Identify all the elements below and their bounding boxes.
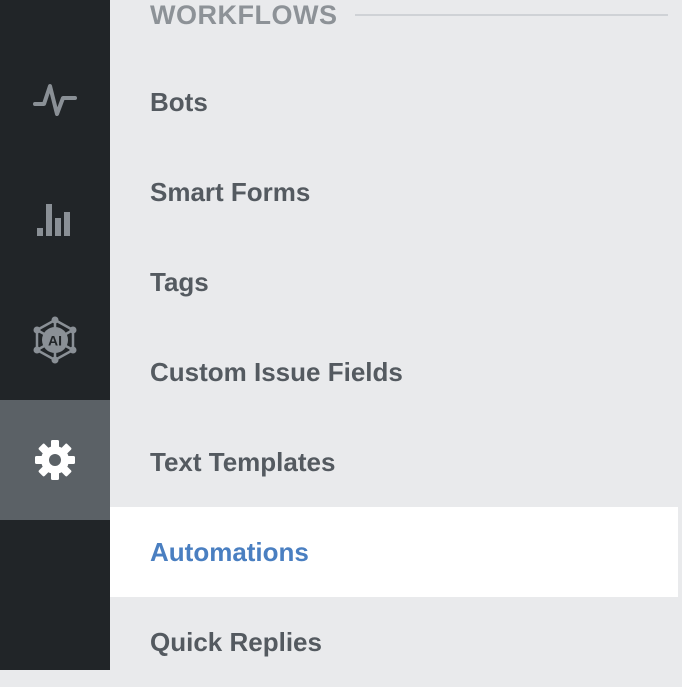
activity-pulse-icon	[33, 84, 77, 116]
menu-item-label: Bots	[150, 86, 208, 117]
settings-panel: WORKFLOWS Bots Smart Forms Tags Custom I…	[110, 0, 682, 670]
menu-item-tags[interactable]: Tags	[110, 237, 678, 327]
menu-item-label: Automations	[150, 536, 309, 567]
rail-item-activity[interactable]	[0, 40, 110, 160]
menu-item-bots[interactable]: Bots	[110, 57, 678, 147]
rail-item-reports[interactable]	[0, 160, 110, 280]
gear-icon	[35, 440, 75, 480]
svg-text:AI: AI	[48, 333, 62, 349]
menu-item-smart-forms[interactable]: Smart Forms	[110, 147, 678, 237]
menu-item-automations[interactable]: Automations	[110, 507, 678, 597]
rail-item-settings[interactable]	[0, 400, 110, 520]
menu-item-label: Smart Forms	[150, 176, 311, 207]
section-title: WORKFLOWS	[150, 0, 338, 30]
menu-item-label: Custom Issue Fields	[150, 356, 403, 387]
menu-item-quick-replies[interactable]: Quick Replies	[110, 597, 678, 687]
menu-item-label: Tags	[150, 266, 209, 297]
rail-item-ai[interactable]: AI	[0, 280, 110, 400]
section-header-workflows: WORKFLOWS	[150, 0, 668, 30]
bar-chart-icon	[37, 204, 70, 236]
menu-item-label: Quick Replies	[150, 626, 322, 657]
menu-item-label: Text Templates	[150, 446, 336, 477]
menu-item-custom-issue-fields[interactable]: Custom Issue Fields	[110, 327, 678, 417]
section-divider	[355, 14, 668, 16]
menu-item-text-templates[interactable]: Text Templates	[110, 417, 678, 507]
ai-network-icon: AI	[33, 316, 77, 364]
nav-rail: AI	[0, 0, 110, 670]
